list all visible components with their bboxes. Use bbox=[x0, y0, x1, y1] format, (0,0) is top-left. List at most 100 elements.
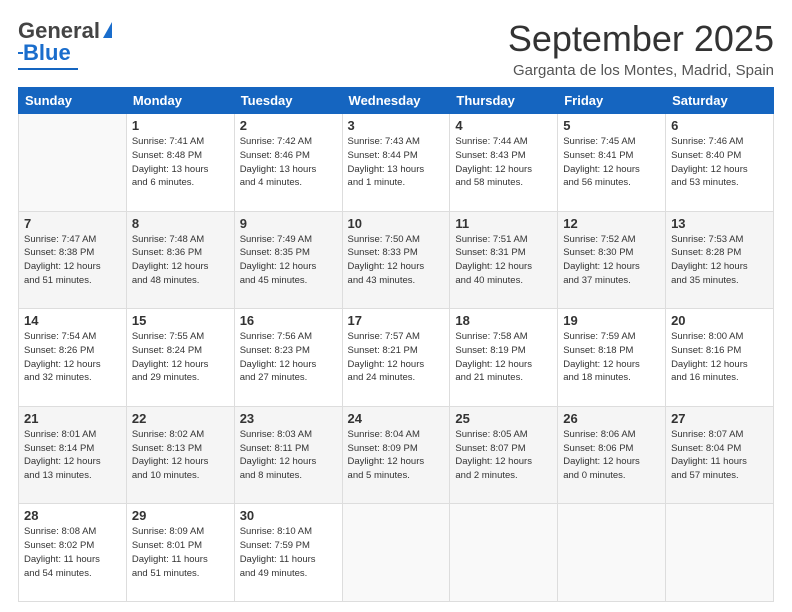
calendar-cell: 1 Sunrise: 7:41 AM Sunset: 8:48 PM Daylig… bbox=[126, 114, 234, 212]
col-header-wednesday: Wednesday bbox=[342, 88, 450, 114]
sun-info: Sunrise: 7:43 AM Sunset: 8:44 PM Dayligh… bbox=[348, 135, 445, 190]
title-block: September 2025 Garganta de los Montes, M… bbox=[508, 18, 774, 79]
day-number: 20 bbox=[671, 313, 768, 328]
calendar-cell: 25Sunrise: 8:05 AM Sunset: 8:07 PM Dayli… bbox=[450, 406, 558, 504]
calendar-cell: 9 Sunrise: 7:49 AM Sunset: 8:35 PM Daylig… bbox=[234, 211, 342, 309]
col-header-thursday: Thursday bbox=[450, 88, 558, 114]
calendar-cell: 22 Sunrise: 8:02 AM Sunset: 8:13 PM Dayli… bbox=[126, 406, 234, 504]
calendar-cell: 6 Sunrise: 7:46 AM Sunset: 8:40 PM Daylig… bbox=[666, 114, 774, 212]
sun-info: Sunrise: 7:48 AM Sunset: 8:36 PM Dayligh… bbox=[132, 233, 229, 288]
day-number: 28 bbox=[24, 508, 121, 523]
logo-underline bbox=[18, 68, 78, 70]
day-number: 9 bbox=[240, 216, 337, 231]
day-number: 30 bbox=[240, 508, 337, 523]
day-number: 18 bbox=[455, 313, 552, 328]
calendar-cell bbox=[19, 114, 127, 212]
day-number: 22 bbox=[132, 411, 229, 426]
sun-info: Sunrise: 8:01 AM Sunset: 8:14 PM Dayligh… bbox=[24, 428, 121, 483]
calendar-cell bbox=[666, 504, 774, 602]
sun-info: Sunrise: 8:08 AM Sunset: 8:02 PM Dayligh… bbox=[24, 525, 121, 580]
day-number: 3 bbox=[348, 118, 445, 133]
day-number: 4 bbox=[455, 118, 552, 133]
sun-info: Sunrise: 7:52 AM Sunset: 8:30 PM Dayligh… bbox=[563, 233, 660, 288]
calendar-cell: 14Sunrise: 7:54 AM Sunset: 8:26 PM Dayli… bbox=[19, 309, 127, 407]
calendar-cell: 20Sunrise: 8:00 AM Sunset: 8:16 PM Dayli… bbox=[666, 309, 774, 407]
calendar-cell: 3 Sunrise: 7:43 AM Sunset: 8:44 PM Daylig… bbox=[342, 114, 450, 212]
day-number: 16 bbox=[240, 313, 337, 328]
week-row: 1 Sunrise: 7:41 AM Sunset: 8:48 PM Daylig… bbox=[19, 114, 774, 212]
day-number: 6 bbox=[671, 118, 768, 133]
day-number: 29 bbox=[132, 508, 229, 523]
sun-info: Sunrise: 8:05 AM Sunset: 8:07 PM Dayligh… bbox=[455, 428, 552, 483]
sun-info: Sunrise: 8:10 AM Sunset: 7:59 PM Dayligh… bbox=[240, 525, 337, 580]
month-title: September 2025 bbox=[508, 18, 774, 60]
calendar-cell: 19 Sunrise: 7:59 AM Sunset: 8:18 PM Dayli… bbox=[558, 309, 666, 407]
sun-info: Sunrise: 7:51 AM Sunset: 8:31 PM Dayligh… bbox=[455, 233, 552, 288]
day-number: 21 bbox=[24, 411, 121, 426]
logo-triangle-icon bbox=[103, 22, 112, 38]
location: Garganta de los Montes, Madrid, Spain bbox=[508, 62, 774, 79]
calendar-header-row: SundayMondayTuesdayWednesdayThursdayFrid… bbox=[19, 88, 774, 114]
sun-info: Sunrise: 8:03 AM Sunset: 8:11 PM Dayligh… bbox=[240, 428, 337, 483]
col-header-saturday: Saturday bbox=[666, 88, 774, 114]
day-number: 10 bbox=[348, 216, 445, 231]
week-row: 7 Sunrise: 7:47 AM Sunset: 8:38 PM Daylig… bbox=[19, 211, 774, 309]
calendar-cell: 30 Sunrise: 8:10 AM Sunset: 7:59 PM Dayli… bbox=[234, 504, 342, 602]
calendar-cell: 17Sunrise: 7:57 AM Sunset: 8:21 PM Dayli… bbox=[342, 309, 450, 407]
sun-info: Sunrise: 7:57 AM Sunset: 8:21 PM Dayligh… bbox=[348, 330, 445, 385]
sun-info: Sunrise: 7:42 AM Sunset: 8:46 PM Dayligh… bbox=[240, 135, 337, 190]
day-number: 8 bbox=[132, 216, 229, 231]
calendar-cell: 26 Sunrise: 8:06 AM Sunset: 8:06 PM Dayli… bbox=[558, 406, 666, 504]
sun-info: Sunrise: 7:41 AM Sunset: 8:48 PM Dayligh… bbox=[132, 135, 229, 190]
day-number: 24 bbox=[348, 411, 445, 426]
sun-info: Sunrise: 7:49 AM Sunset: 8:35 PM Dayligh… bbox=[240, 233, 337, 288]
calendar-cell: 23 Sunrise: 8:03 AM Sunset: 8:11 PM Dayli… bbox=[234, 406, 342, 504]
calendar-cell: 2 Sunrise: 7:42 AM Sunset: 8:46 PM Daylig… bbox=[234, 114, 342, 212]
sun-info: Sunrise: 8:04 AM Sunset: 8:09 PM Dayligh… bbox=[348, 428, 445, 483]
day-number: 27 bbox=[671, 411, 768, 426]
calendar-cell bbox=[342, 504, 450, 602]
sun-info: Sunrise: 7:47 AM Sunset: 8:38 PM Dayligh… bbox=[24, 233, 121, 288]
calendar-cell: 18 Sunrise: 7:58 AM Sunset: 8:19 PM Dayli… bbox=[450, 309, 558, 407]
calendar-cell: 8 Sunrise: 7:48 AM Sunset: 8:36 PM Daylig… bbox=[126, 211, 234, 309]
sun-info: Sunrise: 7:44 AM Sunset: 8:43 PM Dayligh… bbox=[455, 135, 552, 190]
calendar-cell: 28 Sunrise: 8:08 AM Sunset: 8:02 PM Dayli… bbox=[19, 504, 127, 602]
sun-info: Sunrise: 7:58 AM Sunset: 8:19 PM Dayligh… bbox=[455, 330, 552, 385]
day-number: 5 bbox=[563, 118, 660, 133]
col-header-monday: Monday bbox=[126, 88, 234, 114]
calendar-cell: 24 Sunrise: 8:04 AM Sunset: 8:09 PM Dayli… bbox=[342, 406, 450, 504]
day-number: 26 bbox=[563, 411, 660, 426]
sun-info: Sunrise: 8:09 AM Sunset: 8:01 PM Dayligh… bbox=[132, 525, 229, 580]
day-number: 12 bbox=[563, 216, 660, 231]
day-number: 11 bbox=[455, 216, 552, 231]
day-number: 14 bbox=[24, 313, 121, 328]
page: General Blue September 2025 Garganta de … bbox=[0, 0, 792, 612]
col-header-friday: Friday bbox=[558, 88, 666, 114]
day-number: 23 bbox=[240, 411, 337, 426]
logo: General Blue bbox=[18, 18, 112, 70]
day-number: 15 bbox=[132, 313, 229, 328]
day-number: 1 bbox=[132, 118, 229, 133]
calendar-cell: 5Sunrise: 7:45 AM Sunset: 8:41 PM Daylig… bbox=[558, 114, 666, 212]
calendar-cell: 13 Sunrise: 7:53 AM Sunset: 8:28 PM Dayli… bbox=[666, 211, 774, 309]
sun-info: Sunrise: 7:53 AM Sunset: 8:28 PM Dayligh… bbox=[671, 233, 768, 288]
day-number: 2 bbox=[240, 118, 337, 133]
sun-info: Sunrise: 8:06 AM Sunset: 8:06 PM Dayligh… bbox=[563, 428, 660, 483]
sun-info: Sunrise: 7:55 AM Sunset: 8:24 PM Dayligh… bbox=[132, 330, 229, 385]
calendar-cell bbox=[558, 504, 666, 602]
calendar-cell: 29 Sunrise: 8:09 AM Sunset: 8:01 PM Dayli… bbox=[126, 504, 234, 602]
sun-info: Sunrise: 7:59 AM Sunset: 8:18 PM Dayligh… bbox=[563, 330, 660, 385]
calendar-cell: 15 Sunrise: 7:55 AM Sunset: 8:24 PM Dayli… bbox=[126, 309, 234, 407]
week-row: 21 Sunrise: 8:01 AM Sunset: 8:14 PM Dayli… bbox=[19, 406, 774, 504]
col-header-tuesday: Tuesday bbox=[234, 88, 342, 114]
calendar-cell: 11 Sunrise: 7:51 AM Sunset: 8:31 PM Dayli… bbox=[450, 211, 558, 309]
calendar-cell: 10Sunrise: 7:50 AM Sunset: 8:33 PM Dayli… bbox=[342, 211, 450, 309]
sun-info: Sunrise: 7:56 AM Sunset: 8:23 PM Dayligh… bbox=[240, 330, 337, 385]
sun-info: Sunrise: 7:46 AM Sunset: 8:40 PM Dayligh… bbox=[671, 135, 768, 190]
day-number: 13 bbox=[671, 216, 768, 231]
header: General Blue September 2025 Garganta de … bbox=[18, 18, 774, 79]
day-number: 19 bbox=[563, 313, 660, 328]
sun-info: Sunrise: 8:02 AM Sunset: 8:13 PM Dayligh… bbox=[132, 428, 229, 483]
col-header-sunday: Sunday bbox=[19, 88, 127, 114]
day-number: 7 bbox=[24, 216, 121, 231]
